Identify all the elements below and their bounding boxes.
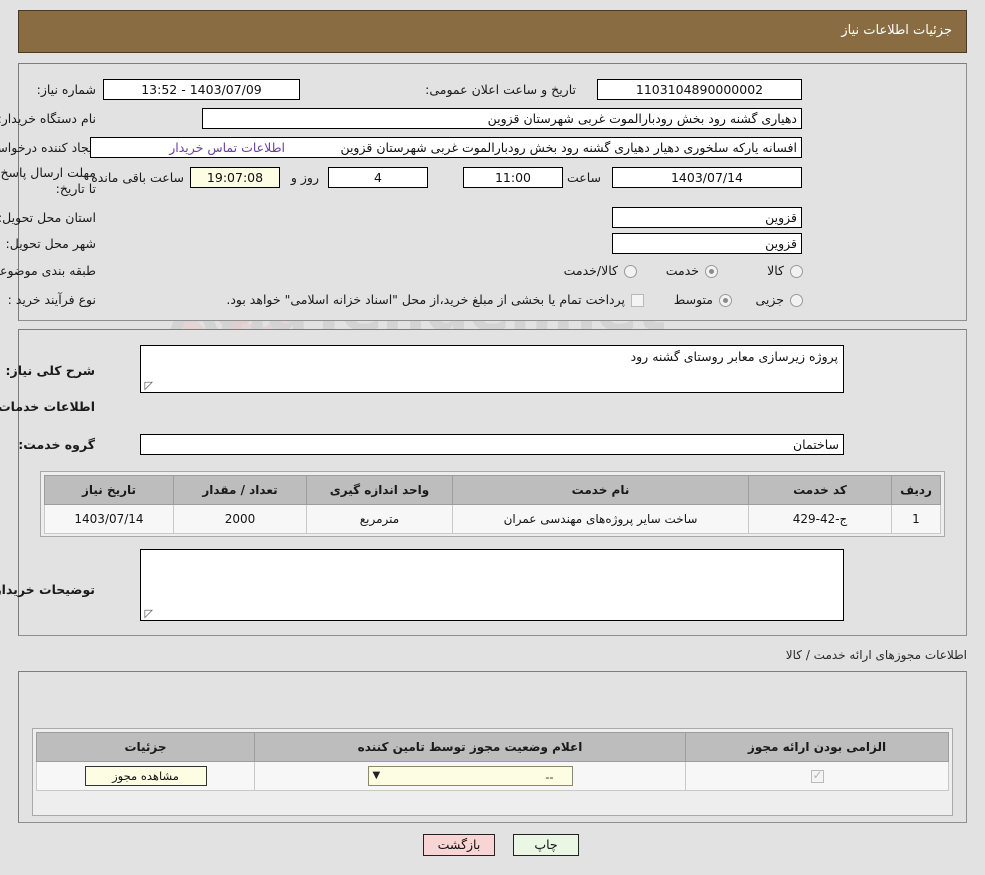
need-number-label: شماره نیاز: [36, 82, 96, 97]
service-group-value: ساختمان [140, 434, 844, 455]
cell-quantity: 2000 [173, 504, 307, 534]
page-title: جزئیات اطلاعات نیاز [841, 23, 952, 38]
col-license-details: جزئیات [36, 732, 255, 762]
license-required-checkbox[interactable] [810, 768, 824, 783]
cell-date: 1403/07/14 [44, 504, 174, 534]
requester-label: ایجاد کننده درخواست: [0, 140, 96, 155]
buyer-notes-textarea[interactable]: ◸ [140, 549, 844, 621]
services-table-header-row: ردیف کد خدمت نام خدمت واحد اندازه گیری ت… [44, 475, 941, 505]
radio-category-khedmat[interactable] [705, 265, 718, 278]
resize-grip-icon-2[interactable]: ◸ [143, 608, 153, 619]
table-row: 1 ج-42-429 ساخت سایر پروژه‌های مهندسی عم… [44, 504, 941, 534]
cell-name: ساخت سایر پروژه‌های مهندسی عمران [452, 504, 749, 534]
licenses-table: الزامی بودن ارائه مجوز اعلام وضعیت مجوز … [36, 732, 949, 791]
radio-label-kala-khedmat: کالا/خدمت [563, 263, 618, 278]
summary-label: شرح کلی نیاز: [5, 363, 95, 378]
summary-textarea[interactable]: پروژه زیرسازی معابر روستای گشنه رود ◸ [140, 345, 844, 393]
radio-label-jozei: جزیی [755, 292, 784, 307]
cell-unit: مترمربع [306, 504, 453, 534]
deadline-hour-value: 11:00 [463, 167, 563, 188]
deadline-label: مهلت ارسال پاسخ: تا تاریخ: [0, 165, 96, 196]
province-value: قزوین [612, 207, 802, 228]
services-table: ردیف کد خدمت نام خدمت واحد اندازه گیری ت… [44, 475, 941, 534]
services-section-title: اطلاعات خدمات مورد نیاز [0, 399, 95, 414]
cell-code: ج-42-429 [748, 504, 892, 534]
col-row: ردیف [891, 475, 941, 505]
remaining-time-label: ساعت باقی مانده [91, 170, 184, 185]
remaining-days-label: روز و [290, 170, 319, 185]
radio-label-kala: کالا [767, 263, 784, 278]
treasury-note-text: پرداخت تمام یا بخشی از مبلغ خرید،از محل … [226, 292, 625, 307]
back-button[interactable]: بازگشت [423, 834, 495, 856]
license-status-select[interactable]: ▼ -- [367, 766, 573, 786]
buyer-notes-label: توضیحات خریدار: [0, 582, 95, 597]
radio-label-khedmat: خدمت [665, 263, 699, 278]
deadline-date-value: 1403/07/14 [612, 167, 802, 188]
announce-datetime-value: 1403/07/09 - 13:52 [103, 79, 300, 100]
col-name: نام خدمت [452, 475, 749, 505]
announce-datetime-label: تاریخ و ساعت اعلان عمومی: [425, 82, 576, 97]
remaining-time-value: 19:07:08 [190, 167, 280, 188]
buyer-org-value: دهیاری گشنه رود بخش رودبارالموت غربی شهر… [202, 108, 802, 129]
page-header: جزئیات اطلاعات نیاز [18, 10, 967, 53]
radio-process-motevaset[interactable] [719, 294, 732, 307]
deadline-hour-label: ساعت [566, 170, 601, 185]
cell-license-required [685, 761, 949, 791]
chevron-down-icon: ▼ [372, 770, 381, 781]
col-code: کد خدمت [748, 475, 892, 505]
summary-textarea-value: پروژه زیرسازی معابر روستای گشنه رود [630, 349, 838, 364]
table-row: ▼ -- مشاهده مجوز [36, 761, 949, 791]
city-label: شهر محل تحویل: [5, 236, 96, 251]
radio-category-kala-khedmat[interactable] [624, 265, 637, 278]
category-label: طبقه بندی موضوعی: [0, 263, 96, 278]
radio-category-kala[interactable] [790, 265, 803, 278]
resize-grip-icon[interactable]: ◸ [143, 380, 153, 391]
licenses-table-header-row: الزامی بودن ارائه مجوز اعلام وضعیت مجوز … [36, 732, 949, 762]
col-license-required: الزامی بودن ارائه مجوز [685, 732, 949, 762]
buyer-org-label: نام دستگاه خریدار: [0, 111, 96, 126]
buyer-contact-link[interactable]: اطلاعات تماس خریدار [169, 140, 285, 155]
cell-row: 1 [891, 504, 941, 534]
col-license-status: اعلام وضعیت مجوز توسط تامین کننده [254, 732, 686, 762]
licenses-section-title: اطلاعات مجوزهای ارائه خدمت / کالا [785, 648, 967, 662]
need-details-page: AriaTender.net جزئیات اطلاعات نیاز شماره… [0, 0, 985, 875]
radio-label-motevaset: متوسط [673, 292, 713, 307]
city-value: قزوین [612, 233, 802, 254]
view-license-button[interactable]: مشاهده مجوز [84, 766, 207, 786]
radio-process-jozei[interactable] [790, 294, 803, 307]
province-label: استان محل تحویل: [0, 210, 96, 225]
need-summary-panel [18, 63, 967, 321]
checkbox-treasury-note[interactable] [631, 294, 644, 307]
cell-license-details: مشاهده مجوز [36, 761, 255, 791]
cell-license-status: ▼ -- [254, 761, 686, 791]
remaining-days-value: 4 [328, 167, 428, 188]
license-status-value: -- [545, 770, 554, 784]
col-date: تاریخ نیاز [44, 475, 174, 505]
need-number-value: 1103104890000002 [597, 79, 802, 100]
service-group-label: گروه خدمت: [18, 437, 95, 452]
process-type-label: نوع فرآیند خرید : [7, 292, 96, 307]
col-unit: واحد اندازه گیری [306, 475, 453, 505]
print-button[interactable]: چاپ [513, 834, 579, 856]
col-quantity: تعداد / مقدار [173, 475, 307, 505]
